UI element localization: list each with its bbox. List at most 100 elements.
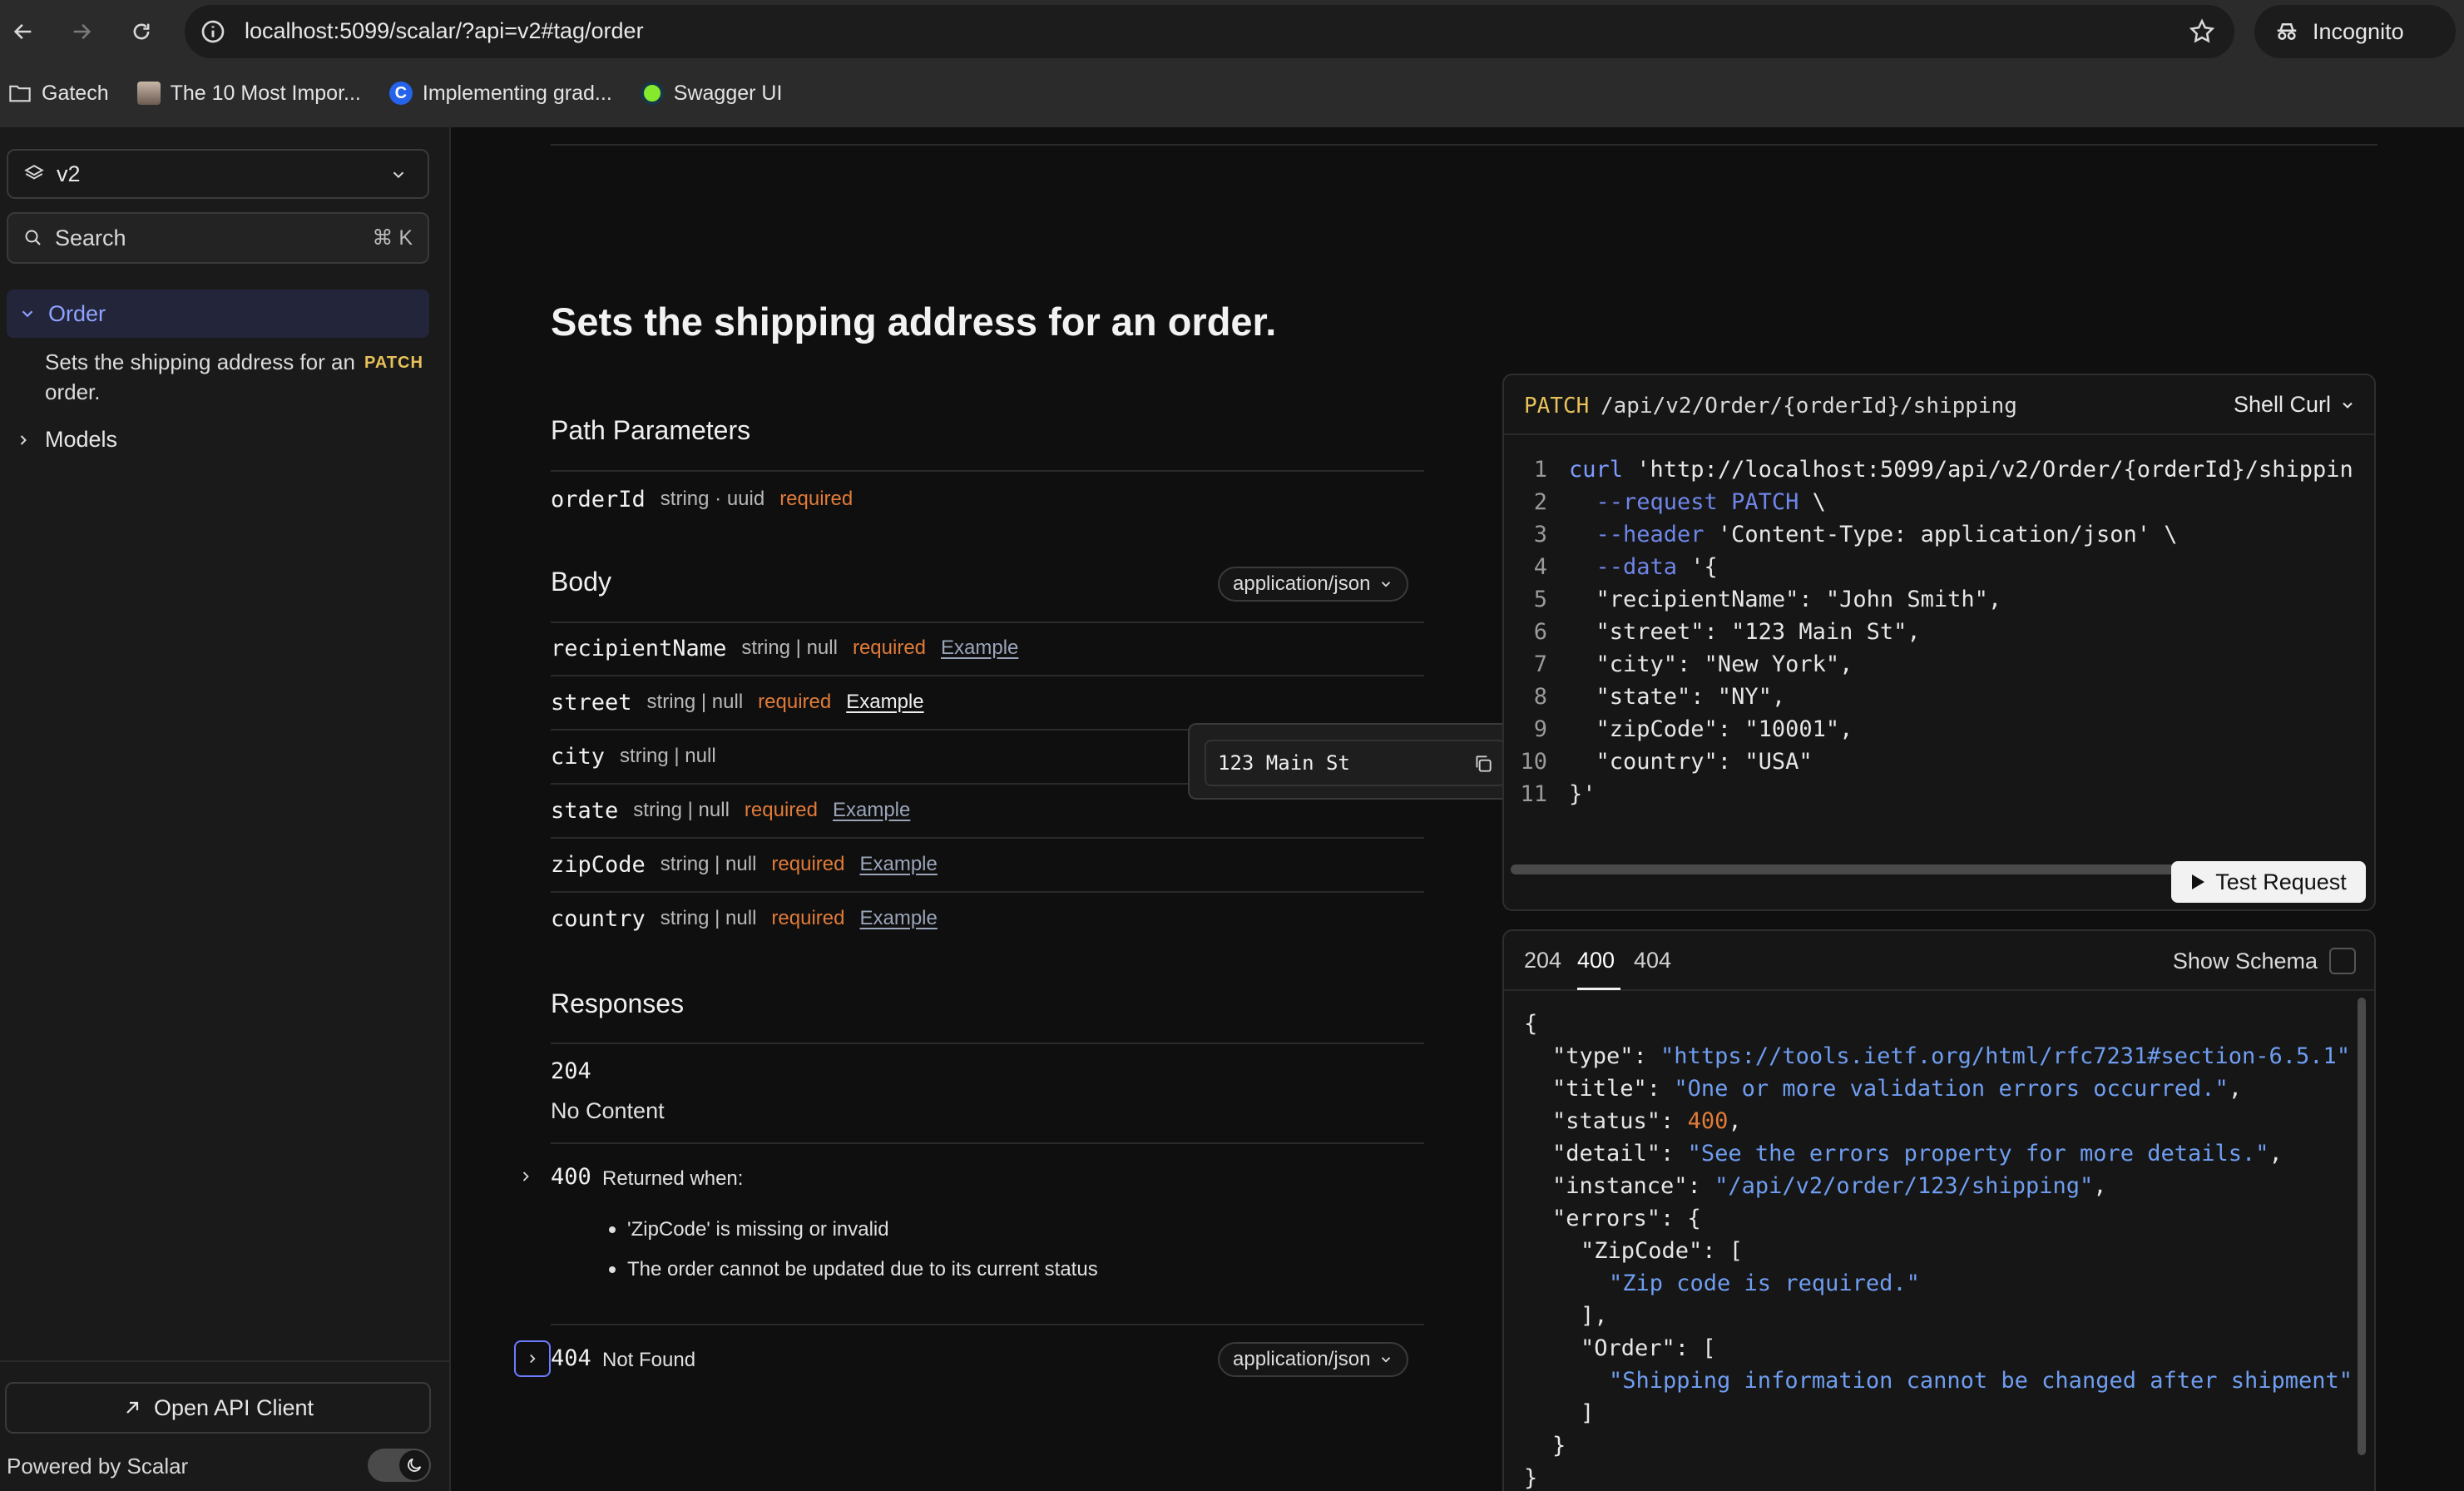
code-line: 4 --data '{ xyxy=(1504,554,2374,587)
tab-400[interactable]: 400 xyxy=(1577,948,1615,973)
theme-toggle[interactable] xyxy=(368,1449,431,1482)
param-name: city xyxy=(551,743,606,770)
response-content-type-select[interactable]: application/json xyxy=(1218,1342,1409,1377)
folder-icon xyxy=(9,85,31,102)
code-text: "city": "New York", xyxy=(1569,651,1853,677)
show-schema-checkbox[interactable] xyxy=(2329,948,2356,974)
tab-404[interactable]: 404 xyxy=(1634,948,1671,973)
example-link[interactable]: Example xyxy=(846,691,923,714)
language-label: Shell Curl xyxy=(2233,392,2331,417)
response-example-panel: 204 400 404 Show Schema { "type": "https… xyxy=(1502,929,2376,1491)
content-type-label: application/json xyxy=(1233,572,1371,595)
address-bar[interactable]: localhost:5099/scalar/?api=v2#tag/order xyxy=(185,5,2234,58)
example-value[interactable]: 123 Main St xyxy=(1205,740,1506,786)
line-number: 1 xyxy=(1533,457,1547,483)
show-schema-toggle[interactable]: Show Schema xyxy=(2173,948,2356,974)
line-number: 4 xyxy=(1533,554,1547,580)
test-request-button[interactable]: Test Request xyxy=(2171,861,2366,903)
bookmark-label: The 10 Most Impor... xyxy=(170,81,361,105)
incognito-indicator[interactable]: Incognito xyxy=(2254,5,2456,58)
code-line: 8 "state": "NY", xyxy=(1504,684,2374,716)
line-number: 5 xyxy=(1533,587,1547,612)
search-icon xyxy=(25,230,41,245)
reload-button[interactable] xyxy=(121,12,161,52)
json-string: "/api/v2/order/123/shipping" xyxy=(1714,1173,2094,1199)
chevron-right-icon xyxy=(20,434,27,445)
version-select[interactable]: v2 xyxy=(7,149,429,199)
divider xyxy=(551,1043,1424,1044)
sidebar-item-models[interactable]: Models xyxy=(15,427,117,453)
json-string: "One or more validation errors occurred.… xyxy=(1674,1076,2229,1102)
show-schema-label: Show Schema xyxy=(2172,948,2318,973)
body-heading: Body xyxy=(551,567,611,597)
c-logo-icon: C xyxy=(388,82,413,105)
response-code[interactable]: 400 xyxy=(551,1164,591,1190)
line-number: 2 xyxy=(1533,489,1547,515)
param-row-country: country string | null required Example xyxy=(551,892,1424,945)
path-params-heading: Path Parameters xyxy=(551,415,751,445)
line-number: 3 xyxy=(1533,522,1547,547)
chevron-down-icon xyxy=(1382,582,1391,587)
responses-heading: Responses xyxy=(551,988,685,1018)
vertical-scrollbar[interactable] xyxy=(2358,998,2366,1455)
code-text: --request PATCH \ xyxy=(1569,489,1826,515)
code-line: 2 --request PATCH \ xyxy=(1504,489,2374,522)
param-row-orderId: orderId string · uuid required xyxy=(551,473,1424,526)
tab-204[interactable]: 204 xyxy=(1524,948,1561,973)
request-method: PATCH xyxy=(1524,394,1590,419)
json-line: ] xyxy=(1581,1400,1595,1426)
powered-by[interactable]: Powered by Scalar xyxy=(7,1454,188,1479)
bookmark-gatech[interactable]: Gatech xyxy=(8,82,109,106)
code-text: "recipientName": "John Smith", xyxy=(1569,587,2002,612)
line-number: 11 xyxy=(1520,781,1547,807)
back-button[interactable] xyxy=(3,12,43,52)
param-row-recipientName: recipientName string | null required Exa… xyxy=(551,622,1424,675)
example-link[interactable]: Example xyxy=(859,907,937,930)
code-line: 9 "zipCode": "10001", xyxy=(1504,716,2374,749)
open-api-client-button[interactable]: Open API Client xyxy=(5,1382,431,1434)
copy-icon[interactable] xyxy=(1472,753,1494,775)
star-icon[interactable] xyxy=(2188,17,2216,46)
json-line: "status": 400, xyxy=(1524,1108,1742,1141)
chevron-right-icon xyxy=(530,1354,536,1364)
divider xyxy=(551,470,1424,472)
site-info-icon[interactable] xyxy=(200,18,226,45)
example-link[interactable]: Example xyxy=(833,799,910,822)
forward-arrow-icon xyxy=(73,23,92,40)
response-bullet: The order cannot be updated due to its c… xyxy=(609,1258,1098,1280)
version-label: v2 xyxy=(57,161,81,186)
divider xyxy=(551,1142,1424,1144)
request-header: PATCH /api/v2/Order/{orderId}/shipping S… xyxy=(1504,375,2374,435)
json-key: "instance": xyxy=(1552,1173,1715,1199)
example-link[interactable]: Example xyxy=(941,637,1018,660)
sidebar-item-order[interactable]: Order xyxy=(7,290,429,338)
bookmark-swagger[interactable]: Swagger UI xyxy=(640,82,782,106)
bookmark-article[interactable]: The 10 Most Impor... xyxy=(136,81,361,106)
code-text: --header 'Content-Type: application/json… xyxy=(1569,522,2178,547)
search-button[interactable]: Search ⌘ K xyxy=(7,212,429,264)
code-flag: --request PATCH xyxy=(1569,489,1799,515)
forward-button[interactable] xyxy=(62,12,101,52)
url-text[interactable]: localhost:5099/scalar/?api=v2#tag/order xyxy=(245,18,644,44)
search-shortcut: ⌘ K xyxy=(372,226,413,250)
expand-404-button[interactable] xyxy=(514,1340,551,1377)
json-string: "See the errors property for more detail… xyxy=(1687,1141,2269,1167)
param-type: string | null xyxy=(660,853,757,875)
response-desc: Not Found xyxy=(602,1349,696,1371)
chevron-right-icon[interactable] xyxy=(517,1166,534,1187)
bookmark-implementing[interactable]: C Implementing grad... xyxy=(388,82,612,106)
sidebar-item-set-shipping[interactable]: Sets the shipping address for an order. xyxy=(45,347,378,407)
active-tab-indicator xyxy=(1577,988,1620,990)
example-link[interactable]: Example xyxy=(859,853,937,876)
reload-icon xyxy=(133,23,150,40)
line-number: 8 xyxy=(1533,684,1547,710)
json-comma: , xyxy=(2269,1141,2283,1167)
request-path: /api/v2/Order/{orderId}/shipping xyxy=(1601,394,2017,419)
param-type: string | null xyxy=(646,691,744,713)
code-text: }' xyxy=(1569,781,1596,807)
body-content-type-select[interactable]: application/json xyxy=(1218,567,1409,602)
test-request-label: Test Request xyxy=(2215,869,2347,894)
json-key: "title": xyxy=(1552,1076,1675,1102)
language-select[interactable]: Shell Curl xyxy=(2234,392,2356,418)
code-line: 11 }' xyxy=(1504,781,2374,814)
